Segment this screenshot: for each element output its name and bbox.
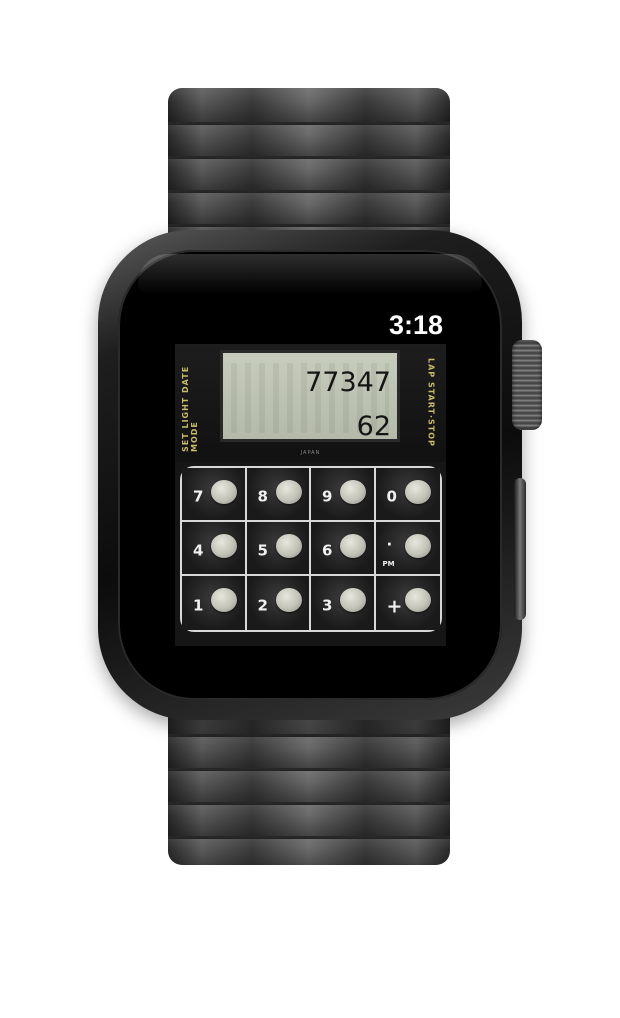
key-7[interactable]: 7 (182, 468, 247, 522)
key-dome-icon (211, 534, 237, 558)
calculator-watch-face: SET LIGHT DATE MODE LAP START·STOP 77347… (175, 344, 446, 646)
key-dome-icon (275, 588, 302, 612)
lap-start-stop-label[interactable]: LAP START·STOP (418, 352, 444, 452)
key-label: 3 (322, 596, 333, 615)
key-dome-icon (211, 480, 237, 504)
key-dome-icon (340, 480, 366, 504)
key-8[interactable]: 8 (246, 468, 311, 522)
key-sub-label: PM (382, 560, 395, 568)
key-dome-icon (211, 588, 237, 612)
key-label: 6 (322, 541, 333, 560)
key-5[interactable]: 5 (246, 522, 311, 576)
key-dome-icon (404, 480, 431, 504)
digital-crown[interactable] (512, 340, 542, 430)
key-1[interactable]: 1 (182, 576, 247, 630)
key-6[interactable]: 6 (311, 522, 376, 576)
key-dome-icon (340, 534, 366, 558)
mode-label[interactable]: SET LIGHT DATE MODE (177, 352, 203, 452)
lcd-line-1: 77347 (305, 367, 391, 398)
key-dome-icon (404, 534, 431, 558)
side-button[interactable] (514, 478, 526, 620)
key-label: 8 (257, 487, 268, 506)
key-dome-icon (275, 534, 302, 558)
status-time: 3:18 (388, 310, 443, 340)
key-label: 7 (193, 487, 204, 506)
key-4[interactable]: 4 (182, 522, 247, 576)
keypad: 7 8 9 0 4 5 6 · PM 1 2 3 + (180, 466, 442, 632)
watch-band-bottom (168, 700, 450, 865)
key-0[interactable]: 0 (375, 468, 440, 522)
key-9[interactable]: 9 (311, 468, 376, 522)
watch-device: 3:18 SET LIGHT DATE MODE LAP START·STOP … (0, 0, 620, 1018)
key-label: 0 (386, 487, 397, 506)
key-dome-icon (340, 588, 366, 612)
glass-reflection (138, 254, 482, 294)
key-label: 4 (193, 541, 204, 560)
key-2[interactable]: 2 (246, 576, 311, 630)
key-3[interactable]: 3 (311, 576, 376, 630)
brand-text: JAPAN (300, 450, 321, 456)
key-label: + (386, 595, 403, 618)
key-label: 5 (257, 541, 268, 560)
lcd-display: 77347 62 (220, 350, 400, 442)
key-label: 9 (322, 487, 333, 506)
key-plus[interactable]: + (375, 576, 440, 630)
key-dome-icon (275, 480, 302, 504)
key-label: 2 (257, 596, 268, 615)
key-dome-icon (404, 588, 431, 612)
lcd-line-2: 62 (356, 411, 391, 442)
key-label: 1 (193, 596, 204, 615)
key-label: · (386, 535, 393, 554)
key-decimal-pm[interactable]: · PM (375, 522, 440, 576)
